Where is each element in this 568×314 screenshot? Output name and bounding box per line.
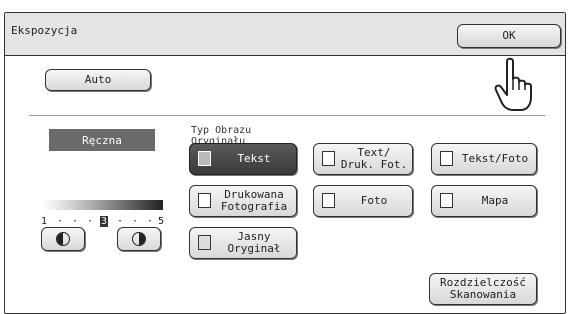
darker-button[interactable] bbox=[117, 227, 161, 251]
type-map-label: Mapa bbox=[481, 194, 509, 207]
scale-dot: · bbox=[147, 216, 154, 227]
divider bbox=[29, 115, 545, 116]
type-photo-button[interactable]: Foto bbox=[313, 185, 413, 217]
darker-icon bbox=[132, 232, 146, 246]
scale-current-level: 3 bbox=[100, 216, 109, 227]
scale-dot: · bbox=[117, 216, 124, 227]
auto-button[interactable]: Auto bbox=[45, 69, 151, 91]
ok-button[interactable]: OK bbox=[457, 24, 561, 48]
map-icon bbox=[440, 193, 453, 208]
printed-photo-icon bbox=[198, 193, 211, 208]
type-text-button[interactable]: Tekst bbox=[189, 143, 297, 175]
scale-dot: · bbox=[87, 216, 94, 227]
lighter-icon bbox=[56, 232, 70, 246]
exposure-density-bar bbox=[43, 200, 163, 210]
scale-dot: · bbox=[132, 216, 139, 227]
scale-dot: · bbox=[57, 216, 64, 227]
type-map-button[interactable]: Mapa bbox=[431, 185, 537, 217]
text-printed-photo-icon bbox=[322, 151, 335, 166]
type-text-printed-photo-label: Text/ Druk. Fot. bbox=[340, 146, 408, 171]
scan-resolution-label: Rozdzielczość Skanowania bbox=[439, 276, 527, 301]
scale-dot: · bbox=[72, 216, 79, 227]
scale-mark-5: 5 bbox=[158, 216, 165, 227]
type-light-original-button[interactable]: Jasny Oryginał bbox=[189, 227, 297, 259]
lighter-button[interactable] bbox=[41, 227, 85, 251]
type-photo-label: Foto bbox=[360, 194, 388, 207]
type-text-label: Tekst bbox=[237, 152, 271, 165]
text-photo-icon bbox=[440, 151, 453, 166]
type-text-printed-photo-button[interactable]: Text/ Druk. Fot. bbox=[313, 143, 413, 175]
type-printed-photo-label: Drukowana Fotografia bbox=[220, 188, 288, 213]
text-doc-icon bbox=[198, 151, 211, 166]
type-text-photo-label: Tekst/Foto bbox=[461, 152, 529, 165]
type-light-original-label: Jasny Oryginał bbox=[227, 230, 281, 255]
type-printed-photo-button[interactable]: Drukowana Fotografia bbox=[189, 185, 297, 217]
photo-icon bbox=[322, 193, 335, 208]
manual-mode-label: Ręczna bbox=[49, 129, 155, 151]
hand-pointer-icon bbox=[494, 57, 532, 111]
light-original-icon bbox=[198, 235, 211, 250]
scan-resolution-button[interactable]: Rozdzielczość Skanowania bbox=[429, 273, 537, 305]
exposure-dialog: Ekspozycja OK Auto Ręczna Typ Obrazu Ory… bbox=[4, 12, 566, 314]
scale-mark-1: 1 bbox=[41, 216, 48, 227]
dialog-title: Ekspozycja bbox=[11, 24, 78, 37]
type-text-photo-button[interactable]: Tekst/Foto bbox=[431, 143, 537, 175]
